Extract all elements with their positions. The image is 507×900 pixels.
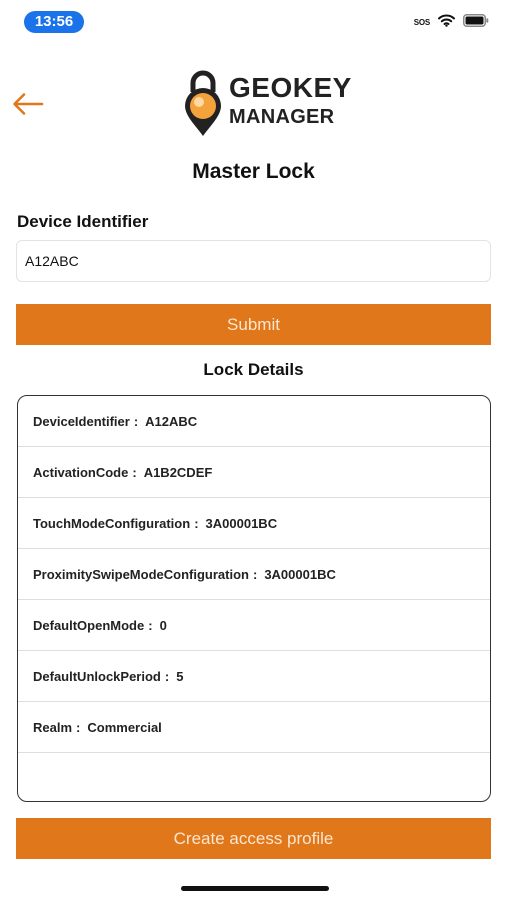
detail-row-activation-code: ActivationCode : A1B2CDEF [18, 447, 490, 498]
detail-row-realm: Realm : Commercial [18, 702, 490, 753]
detail-separator: : [252, 566, 258, 582]
logo-line-1: GEOKEY [229, 72, 352, 103]
page-title: Master Lock [192, 160, 315, 183]
arrow-left-icon [13, 93, 44, 115]
detail-row-proximity-swipe-mode: ProximitySwipeModeConfiguration : 3A0000… [18, 549, 490, 600]
detail-row-device-identifier: DeviceIdentifier : A12ABC [18, 396, 490, 447]
screen: 13:56 SOS GEOKEY MANAGER Master Lock Dev… [0, 0, 507, 900]
status-icons: SOS [414, 14, 489, 32]
sos-indicator: SOS [413, 18, 431, 27]
detail-row-default-open-mode: DefaultOpenMode : 0 [18, 600, 490, 651]
battery-icon [463, 14, 489, 32]
padlock-pin-icon [185, 70, 221, 136]
submit-button[interactable]: Submit [16, 304, 491, 345]
detail-key: TouchModeConfiguration [33, 515, 191, 531]
detail-value: 0 [159, 617, 167, 633]
device-identifier-label: Device Identifier [17, 212, 149, 231]
detail-key: DeviceIdentifier [33, 413, 130, 429]
detail-key: ProximitySwipeModeConfiguration [33, 566, 249, 582]
detail-value: A1B2CDEF [143, 464, 213, 480]
create-access-profile-button[interactable]: Create access profile [16, 818, 491, 859]
app-logo: GEOKEY MANAGER [182, 68, 351, 138]
detail-key: DefaultUnlockPeriod [33, 668, 161, 684]
detail-key: DefaultOpenMode [33, 617, 145, 633]
detail-separator: : [164, 668, 170, 684]
detail-key: Realm [33, 719, 73, 735]
detail-separator: : [76, 719, 81, 735]
device-identifier-input[interactable] [16, 240, 491, 282]
detail-row-default-unlock-period: DefaultUnlockPeriod : 5 [18, 651, 490, 702]
status-time: 13:56 [24, 11, 84, 33]
home-indicator [181, 886, 329, 891]
detail-key: ActivationCode [33, 464, 129, 480]
detail-row-touch-mode: TouchModeConfiguration : 3A00001BC [18, 498, 490, 549]
detail-value: A12ABC [145, 413, 198, 429]
lock-details-title: Lock Details [203, 360, 304, 379]
detail-separator: : [132, 464, 137, 480]
back-button[interactable] [8, 86, 48, 122]
logo-line-2: MANAGER [229, 106, 335, 128]
wifi-icon [438, 14, 455, 32]
logo-text: GEOKEY MANAGER [229, 72, 352, 128]
detail-value: 3A00001BC [205, 515, 278, 531]
detail-separator: : [148, 617, 153, 633]
detail-separator: : [133, 413, 139, 429]
detail-separator: : [194, 515, 199, 531]
detail-value: Commercial [87, 719, 162, 735]
detail-value: 5 [176, 668, 184, 684]
lock-details-list: DeviceIdentifier : A12ABC ActivationCode… [17, 395, 491, 802]
detail-value: 3A00001BC [264, 566, 336, 582]
